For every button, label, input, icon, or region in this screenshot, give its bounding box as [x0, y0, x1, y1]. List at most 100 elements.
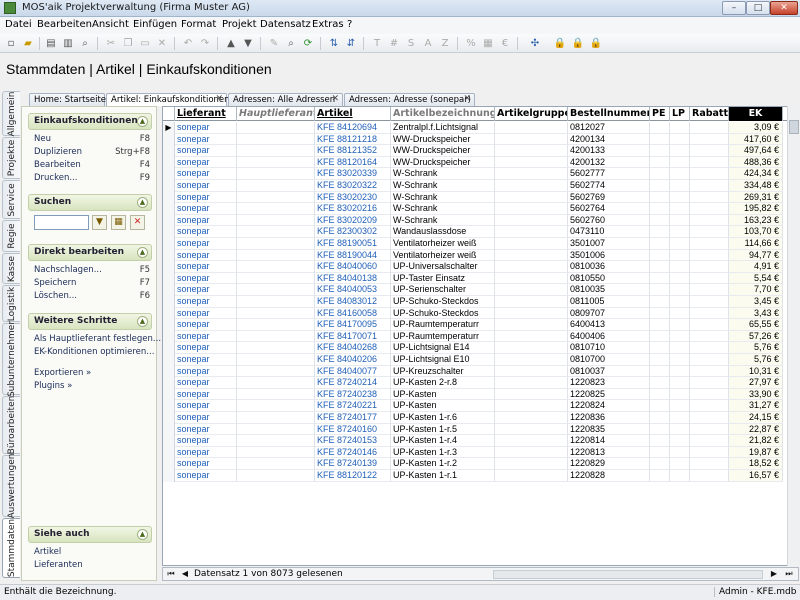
cell-bestellnummer[interactable]: 0810710 [568, 342, 650, 354]
open-folder-icon[interactable]: ▰ [20, 36, 36, 51]
cell-lieferant[interactable]: sonepar [175, 400, 237, 412]
cell-artikel[interactable]: KFE 84040138 [315, 272, 391, 285]
arrow-down-icon[interactable]: ▼ [240, 36, 256, 51]
cell-rabatt[interactable] [690, 446, 729, 459]
cell-artikelgruppe[interactable] [495, 238, 568, 250]
cell-lp[interactable] [670, 470, 690, 482]
table-row[interactable]: sonepar KFE 84040206 UP-Lichtsignal E10 081… [163, 354, 798, 366]
cell-artikel[interactable]: KFE 87240160 [315, 423, 391, 436]
hash-icon[interactable]: # [386, 36, 402, 51]
cell-rabatt[interactable] [690, 214, 729, 227]
cell-artikelgruppe[interactable] [495, 180, 568, 192]
cell-ek[interactable]: 65,55 € [729, 319, 783, 331]
cell-pe[interactable] [650, 226, 670, 238]
vtab-projekte[interactable]: Projekte [2, 137, 20, 179]
row-selector[interactable] [163, 156, 175, 169]
cell-ek[interactable]: 4,91 € [729, 261, 783, 273]
cell-lp[interactable] [670, 203, 690, 215]
cell-rabatt[interactable] [690, 319, 729, 331]
cell-ek[interactable]: 33,90 € [729, 388, 783, 401]
cell-bestellnummer[interactable]: 3501006 [568, 249, 650, 262]
tab-einkaufskonditionen[interactable]: Artikel: Einkaufskonditionen ✕ [106, 93, 230, 106]
cell-lieferant[interactable]: sonepar [175, 458, 237, 470]
print-preview-icon[interactable]: ⌕ [77, 36, 93, 51]
cell-artikel[interactable]: KFE 84120694 [315, 122, 391, 134]
table-row[interactable]: sonepar KFE 83020216 W-Schrank 5602764 195,8… [163, 203, 798, 215]
cell-hauptlieferant[interactable] [237, 400, 315, 412]
minimize-button[interactable]: – [722, 1, 746, 15]
vtab-subunternehmer[interactable]: Subunternehmer [2, 321, 20, 397]
table-row[interactable]: sonepar KFE 84040060 UP-Universalschalter 0… [163, 261, 798, 273]
cell-artikelgruppe[interactable] [495, 214, 568, 227]
cell-ek[interactable]: 163,23 € [729, 214, 783, 227]
table-row[interactable]: sonepar KFE 88190044 Ventilatorheizer weiß… [163, 249, 798, 262]
cell-hauptlieferant[interactable] [237, 296, 315, 308]
cell-lp[interactable] [670, 122, 690, 134]
cell-lieferant[interactable]: sonepar [175, 261, 237, 273]
column-header-artikelgruppe[interactable]: Artikelgruppe [495, 107, 568, 121]
cell-rabatt[interactable] [690, 307, 729, 320]
cell-artikel[interactable]: KFE 88120164 [315, 156, 391, 169]
cell-artikelbezeichnung[interactable]: UP-Kasten 1-r.1 [391, 470, 495, 482]
lock-blue-icon[interactable]: 🔒 [570, 36, 586, 51]
row-selector[interactable] [163, 446, 175, 459]
collapse-icon[interactable]: ▲ [137, 247, 148, 258]
menu-datensatz[interactable]: Datensatz [260, 19, 311, 30]
row-selector[interactable] [163, 388, 175, 401]
cell-pe[interactable] [650, 238, 670, 250]
action-loeschen[interactable]: Löschen... F6 [34, 291, 150, 303]
row-selector[interactable] [163, 284, 175, 296]
cell-lieferant[interactable]: sonepar [175, 168, 237, 180]
row-selector[interactable] [163, 249, 175, 262]
cell-hauptlieferant[interactable] [237, 342, 315, 354]
cell-pe[interactable] [650, 412, 670, 424]
cell-artikelgruppe[interactable] [495, 133, 568, 146]
row-selector[interactable] [163, 342, 175, 354]
menu-format[interactable]: Format [181, 19, 216, 30]
cell-pe[interactable] [650, 191, 670, 204]
row-selector[interactable] [163, 145, 175, 157]
cell-ek[interactable]: 114,66 € [729, 238, 783, 250]
cell-pe[interactable] [650, 284, 670, 296]
cell-artikelgruppe[interactable] [495, 284, 568, 296]
cell-lp[interactable] [670, 145, 690, 157]
cell-bestellnummer[interactable]: 1220835 [568, 423, 650, 436]
cell-rabatt[interactable] [690, 238, 729, 250]
cell-artikel[interactable]: KFE 84160058 [315, 307, 391, 320]
cell-artikelbezeichnung[interactable]: Ventilatorheizer weiß [391, 238, 495, 250]
cell-rabatt[interactable] [690, 145, 729, 157]
section-direkt-bearbeiten[interactable]: Direkt bearbeiten ▲ [28, 244, 152, 261]
cell-ek[interactable]: 334,48 € [729, 180, 783, 192]
cell-lieferant[interactable]: sonepar [175, 180, 237, 192]
cell-artikelgruppe[interactable] [495, 226, 568, 238]
collapse-icon[interactable]: ▲ [137, 316, 148, 327]
cell-rabatt[interactable] [690, 400, 729, 412]
menu-einfuegen[interactable]: Einfügen [133, 19, 177, 30]
undo-icon[interactable]: ↶ [180, 36, 196, 51]
cell-ek[interactable]: 16,57 € [729, 470, 783, 482]
cell-artikelgruppe[interactable] [495, 354, 568, 366]
cell-lp[interactable] [670, 191, 690, 204]
cell-artikelbezeichnung[interactable]: UP-Raumtemperaturr [391, 319, 495, 331]
table-row[interactable]: sonepar KFE 88190051 Ventilatorheizer weiß… [163, 238, 798, 250]
link-artikel[interactable]: Artikel [34, 547, 150, 559]
row-selector[interactable] [163, 226, 175, 238]
cut-icon[interactable]: ✂ [103, 36, 119, 51]
cell-artikelgruppe[interactable] [495, 145, 568, 157]
cell-rabatt[interactable] [690, 122, 729, 134]
table-row[interactable]: sonepar KFE 88120164 WW-Druckspeicher 42001… [163, 156, 798, 169]
cell-lp[interactable] [670, 180, 690, 192]
cell-lieferant[interactable]: sonepar [175, 435, 237, 447]
cell-lieferant[interactable]: sonepar [175, 354, 237, 366]
cell-rabatt[interactable] [690, 296, 729, 308]
cell-artikelgruppe[interactable] [495, 296, 568, 308]
row-selector[interactable] [163, 168, 175, 180]
cell-bestellnummer[interactable]: 1220825 [568, 388, 650, 401]
cell-hauptlieferant[interactable] [237, 330, 315, 343]
vtab-service[interactable]: Service [2, 180, 20, 219]
cell-artikel[interactable]: KFE 87240221 [315, 400, 391, 412]
cell-lieferant[interactable]: sonepar [175, 272, 237, 285]
vertical-scrollbar[interactable] [787, 106, 799, 566]
table-row[interactable]: sonepar KFE 84170071 UP-Raumtemperaturr 640… [163, 330, 798, 343]
tab-adresse-sonepar[interactable]: Adressen: Adresse (sonepar) ✕ [344, 93, 475, 106]
